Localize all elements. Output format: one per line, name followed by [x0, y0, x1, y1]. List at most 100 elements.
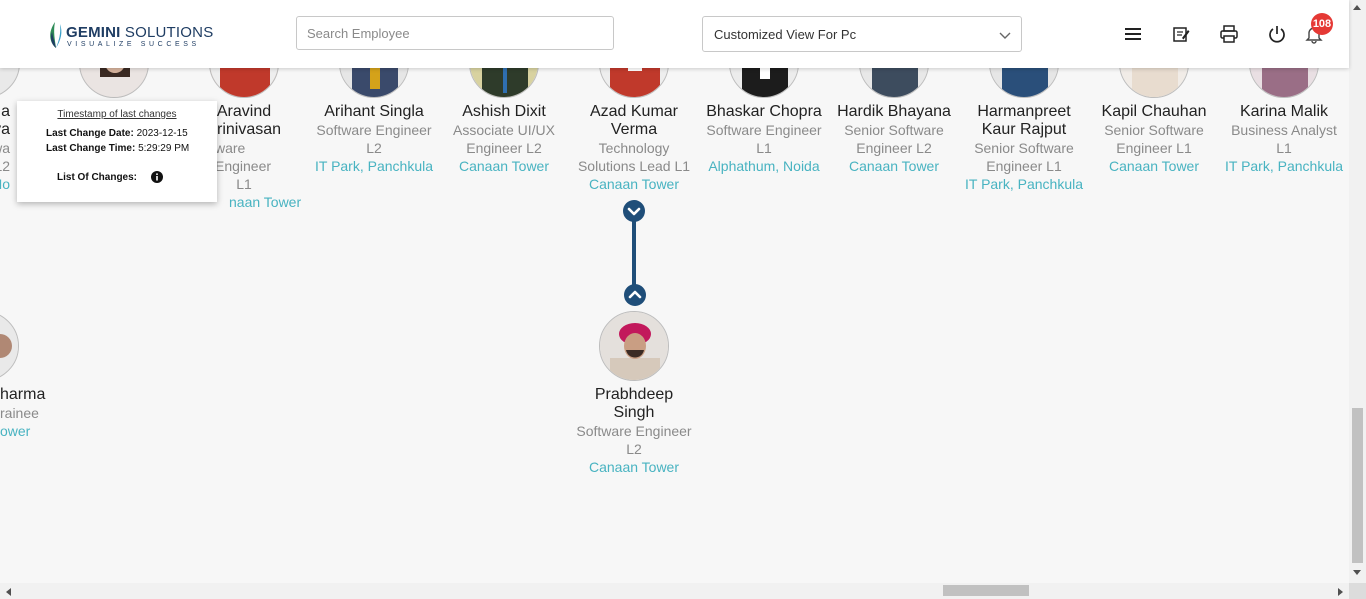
employee-role-line2: L2	[366, 140, 382, 156]
employee-location[interactable]: IT Park, Panchkula	[964, 175, 1084, 193]
employee-name: Ashish Dixit	[462, 103, 546, 120]
employee-card[interactable]: Bhaskar Chopra Software Engineer L1 Alph…	[704, 103, 824, 175]
print-icon[interactable]	[1219, 24, 1239, 44]
employee-role: Senior Software	[974, 140, 1074, 156]
employee-role: Business Analyst	[1231, 122, 1337, 138]
employee-location[interactable]: ower	[0, 422, 60, 440]
employee-name: Harmanpreet	[977, 103, 1071, 120]
last-change-time-row: Last Change Time: 5:29:29 PM	[46, 143, 189, 154]
employee-role: Senior Software	[844, 122, 944, 138]
avatar[interactable]	[599, 311, 669, 381]
employee-card[interactable]: harma rainee ower	[0, 386, 60, 440]
info-icon[interactable]	[151, 171, 163, 183]
list-of-changes-row: List Of Changes:	[57, 172, 137, 183]
chevron-up-icon	[628, 290, 642, 299]
horizontal-scrollbar[interactable]	[0, 583, 1349, 599]
logo-wordmark: GEMINI SOLUTIONS	[66, 24, 214, 41]
last-change-time-value: 5:29:29 PM	[138, 143, 190, 154]
employee-role: Software Engineer	[576, 423, 692, 439]
employee-role: Software Engineer	[316, 122, 432, 138]
last-change-tooltip: Timestamp of last changes Last Change Da…	[17, 101, 217, 202]
power-icon[interactable]	[1267, 24, 1287, 44]
employee-role: twa	[0, 140, 10, 156]
chevron-down-icon	[627, 207, 641, 216]
employee-card[interactable]: Hardik Bhayana Senior Software Engineer …	[834, 103, 954, 175]
employee-role-line2: Engineer L2	[466, 140, 542, 156]
employee-role-line2: Engineer L1	[986, 158, 1062, 174]
vertical-scrollbar-thumb[interactable]	[1352, 408, 1363, 563]
hierarchy-connector-line	[632, 219, 636, 289]
person-photo-icon	[0, 312, 18, 380]
employee-role: Technology	[598, 140, 670, 156]
menu-icon[interactable]	[1123, 24, 1143, 44]
top-header: GEMINI SOLUTIONS VISUALIZE SUCCESS Custo…	[0, 0, 1349, 68]
last-change-date-row: Last Change Date: 2023-12-15	[46, 128, 188, 139]
gemini-logo[interactable]: GEMINI SOLUTIONS VISUALIZE SUCCESS	[47, 18, 217, 50]
employee-role-line2: L1	[756, 140, 772, 156]
search-employee-input[interactable]	[296, 16, 614, 50]
scrollbar-corner	[1349, 583, 1366, 599]
horizontal-scrollbar-thumb[interactable]	[943, 585, 1029, 596]
view-select-dropdown[interactable]: Customized View For Pc	[702, 16, 1022, 52]
last-change-time-label: Last Change Time:	[46, 143, 136, 154]
list-of-changes-label: List Of Changes:	[57, 172, 138, 183]
scroll-down-arrow-icon[interactable]	[1352, 569, 1362, 577]
employee-name-line2: Verma	[610, 121, 658, 138]
chevron-down-icon	[999, 32, 1011, 39]
employee-location[interactable]: Canaan Tower	[574, 175, 694, 193]
employee-role-line2: L1	[1276, 140, 1292, 156]
employee-name: Prabhdeep	[594, 386, 674, 403]
scroll-right-arrow-icon[interactable]	[1337, 587, 1345, 597]
employee-location[interactable]: IT Park, Panchkula	[1224, 157, 1344, 175]
notification-count-badge[interactable]: 108	[1311, 13, 1333, 35]
employee-location[interactable]: No	[0, 175, 10, 193]
scroll-left-arrow-icon[interactable]	[4, 587, 12, 597]
last-change-date-label: Last Change Date:	[46, 128, 134, 139]
employee-name-line2: ava	[0, 121, 10, 138]
edit-note-icon[interactable]	[1171, 24, 1191, 44]
employee-role-line2: Solutions Lead L1	[577, 158, 691, 174]
employee-card[interactable]: Prabhdeep Singh Software Engineer L2 Can…	[574, 386, 694, 476]
employee-name: Azad Kumar	[589, 103, 679, 120]
employee-location[interactable]: Canaan Tower	[444, 157, 564, 175]
employee-card[interactable]: Harmanpreet Kaur Rajput Senior Software …	[964, 103, 1084, 193]
employee-name-line2: Kaur Rajput	[981, 121, 1067, 138]
expand-parent-button[interactable]	[624, 284, 646, 306]
employee-role-line2: L2	[626, 441, 642, 457]
employee-card[interactable]: Arihant Singla Software Engineer L2 IT P…	[314, 103, 434, 175]
collapse-toggle-button[interactable]	[623, 200, 645, 222]
avatar[interactable]	[0, 311, 19, 381]
employee-name: a	[1, 103, 10, 120]
scroll-up-arrow-icon[interactable]	[1352, 3, 1362, 11]
employee-card[interactable]: Ashish Dixit Associate UI/UX Engineer L2…	[444, 103, 564, 175]
employee-card[interactable]: Karina Malik Business Analyst L1 IT Park…	[1224, 103, 1344, 175]
employee-name: Hardik Bhayana	[837, 103, 951, 120]
employee-role-line2: Engineer L1	[1116, 140, 1192, 156]
employee-name: Karina Malik	[1239, 103, 1329, 120]
tooltip-title: Timestamp of last changes	[57, 109, 177, 120]
employee-location[interactable]: IT Park, Panchkula	[314, 157, 434, 175]
employee-name: Kapil Chauhan	[1101, 103, 1207, 120]
employee-role: Associate UI/UX	[453, 122, 555, 138]
employee-card[interactable]: a ava twa r L2 No	[0, 103, 10, 193]
employee-location[interactable]: Canaan Tower	[574, 458, 694, 476]
employee-name: harma	[0, 386, 46, 403]
employee-card[interactable]: Azad Kumar Verma Technology Solutions Le…	[574, 103, 694, 193]
view-select-value: Customized View For Pc	[714, 27, 857, 42]
employee-location[interactable]: Canaan Tower	[834, 157, 954, 175]
employee-name-line2: Singh	[613, 404, 655, 421]
employee-card[interactable]: Kapil Chauhan Senior Software Engineer L…	[1094, 103, 1214, 175]
last-change-date-value: 2023-12-15	[136, 128, 188, 139]
employee-name: Bhaskar Chopra	[706, 103, 822, 120]
leaf-logo-icon	[50, 22, 62, 48]
employee-location[interactable]: Alphathum, Noida	[704, 157, 824, 175]
logo-tagline: VISUALIZE SUCCESS	[67, 41, 200, 48]
employee-role: Software Engineer	[706, 122, 822, 138]
employee-name: Arihant Singla	[324, 103, 424, 120]
employee-role: rainee	[0, 405, 39, 421]
person-photo-icon	[600, 312, 668, 380]
employee-role: Senior Software	[1104, 122, 1204, 138]
employee-location[interactable]: Canaan Tower	[1094, 157, 1214, 175]
employee-role-line2: r L2	[0, 158, 10, 174]
employee-role-line2: Engineer L2	[856, 140, 932, 156]
